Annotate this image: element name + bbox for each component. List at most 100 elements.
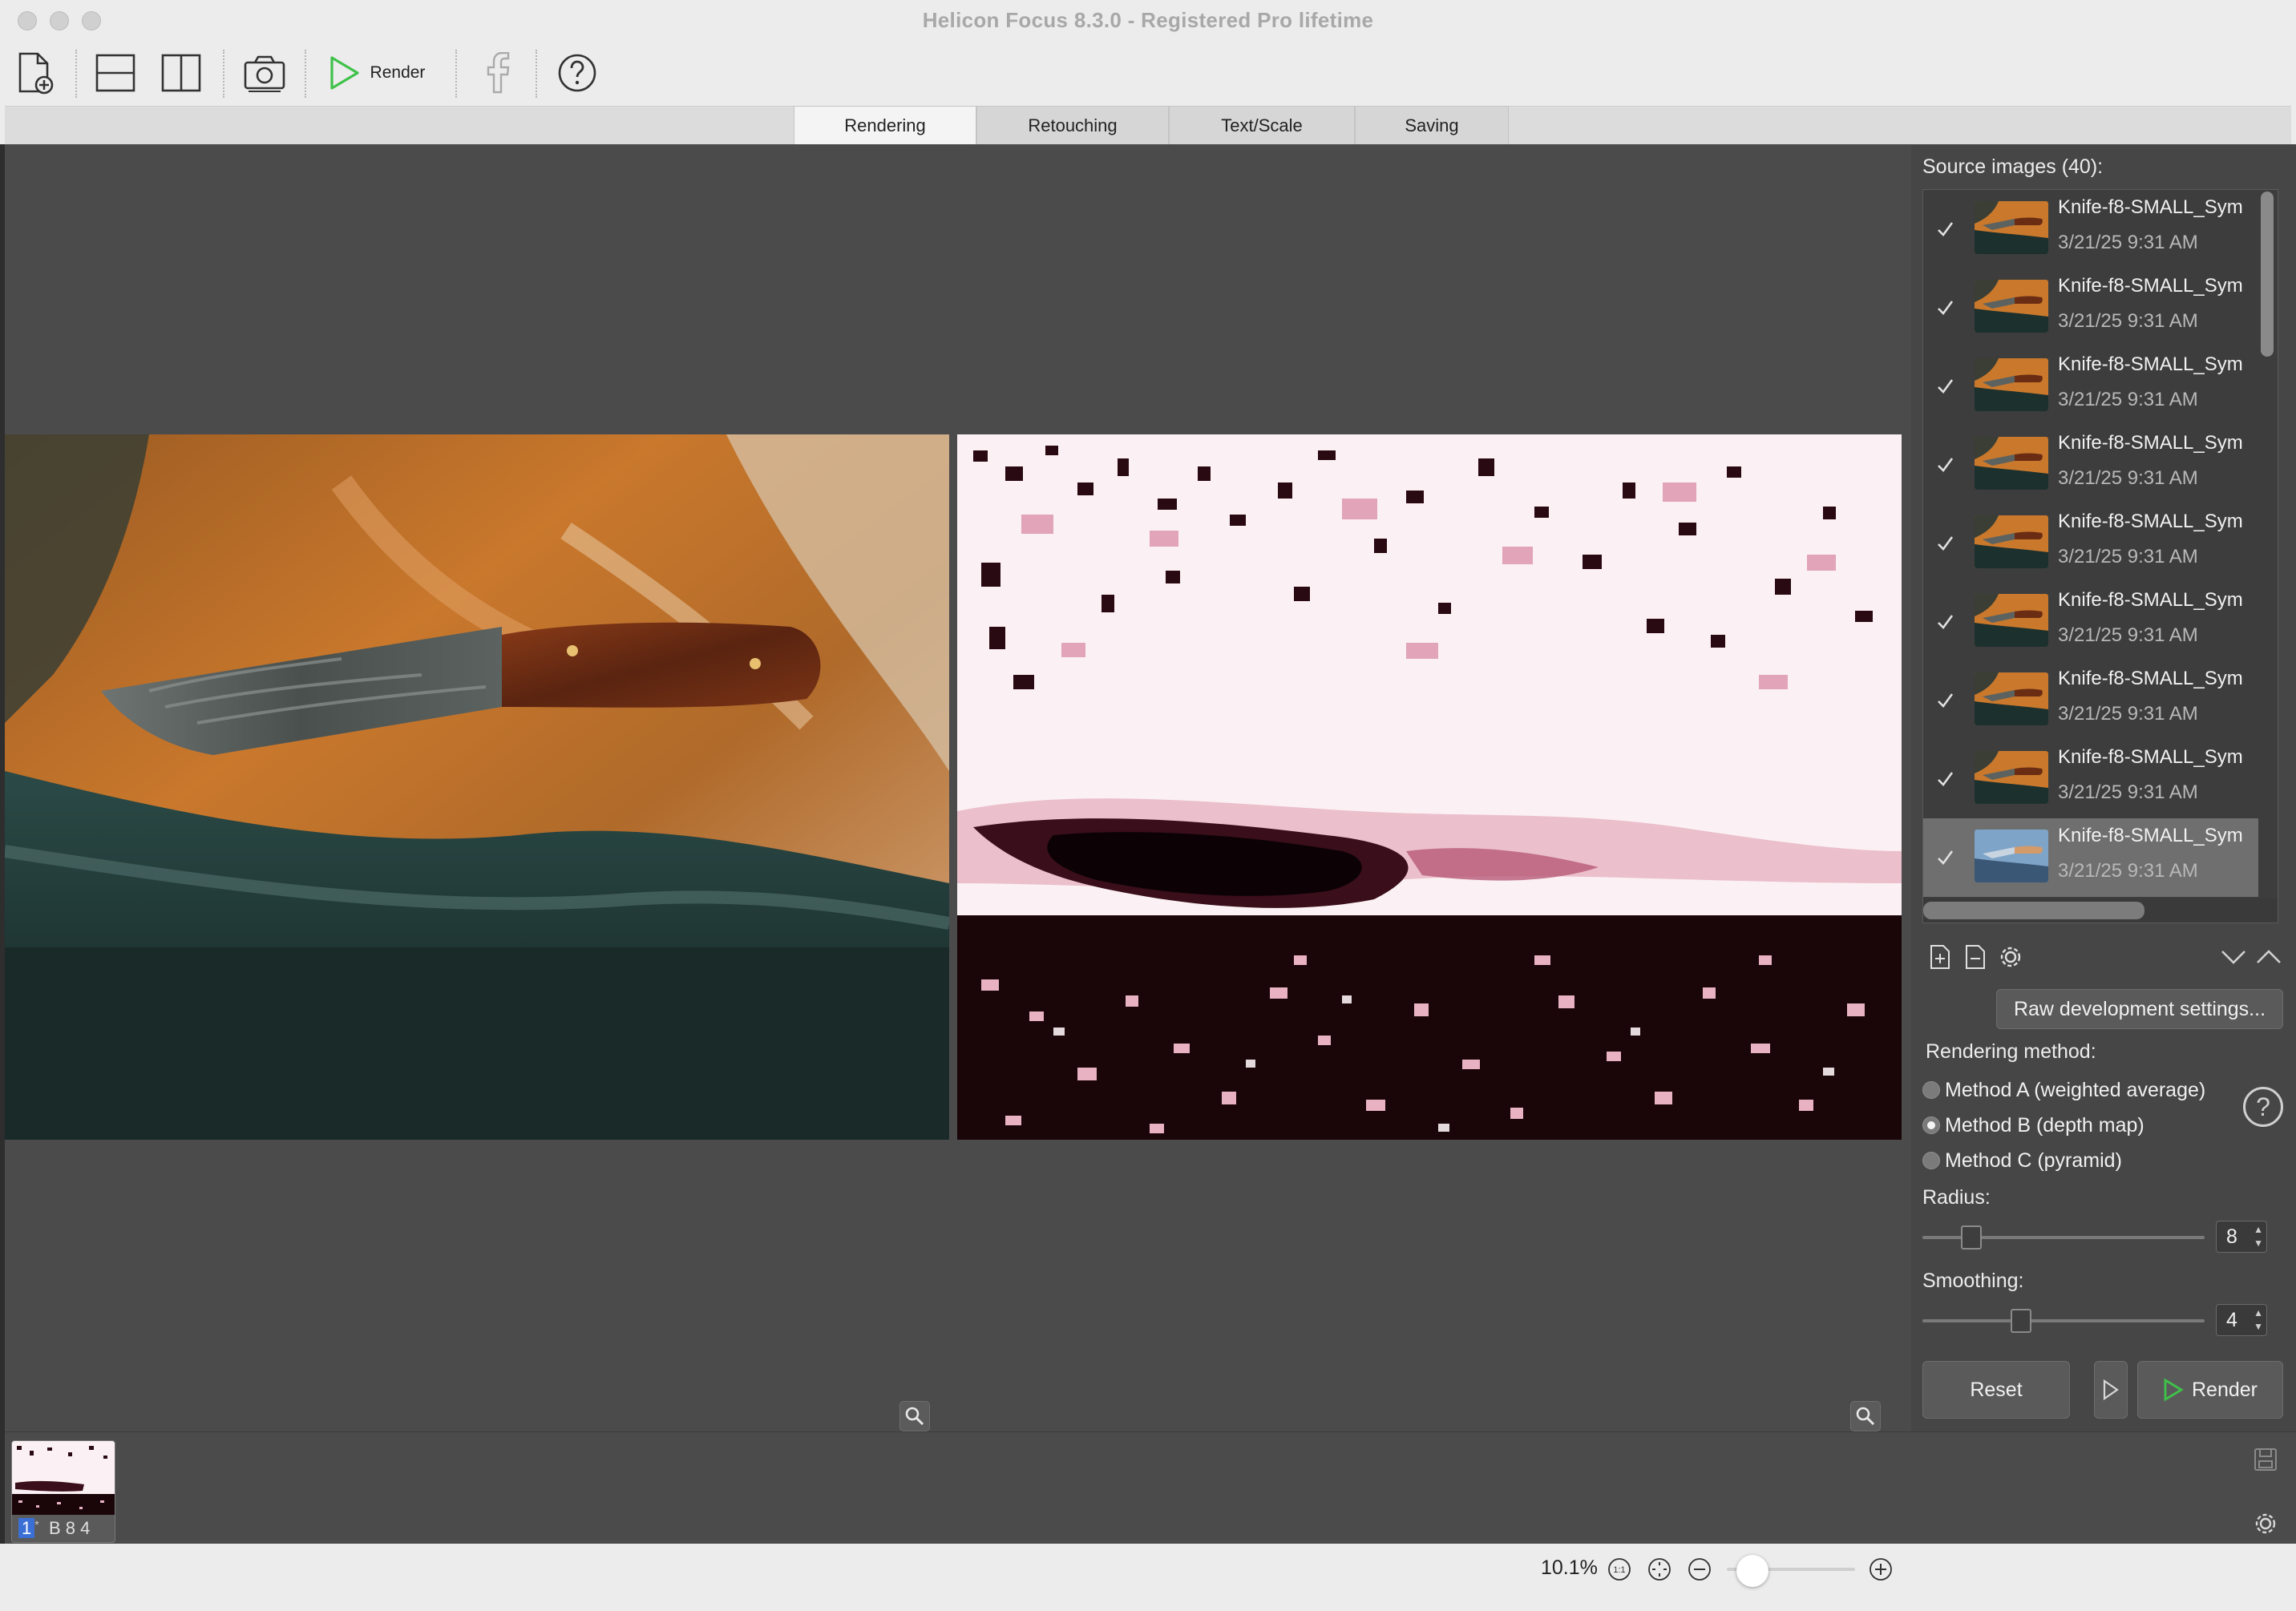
fit-icon bbox=[1648, 1558, 1671, 1581]
source-image-thumbnail bbox=[1975, 201, 2048, 254]
source-image-checkbox[interactable] bbox=[1934, 297, 1955, 318]
source-image-thumbnail bbox=[1975, 830, 2048, 882]
tab-rendering[interactable]: Rendering bbox=[794, 106, 976, 144]
checkmark-icon bbox=[1938, 693, 1954, 708]
source-image-item[interactable]: Knife-f8-SMALL_Sym 3/21/25 9:31 AM bbox=[1923, 504, 2258, 583]
method-c-label: Method C (pyramid) bbox=[1945, 1149, 2122, 1172]
tab-text-scale[interactable]: Text/Scale bbox=[1169, 106, 1355, 144]
source-image-date: 3/21/25 9:31 AM bbox=[2058, 781, 2198, 803]
actual-size-button[interactable]: 1:1 bbox=[1607, 1556, 1632, 1582]
one-to-one-icon: 1:1 bbox=[1608, 1558, 1631, 1581]
question-icon: ? bbox=[2256, 1092, 2270, 1121]
source-list-hscroll[interactable] bbox=[1923, 898, 2278, 923]
radius-slider-thumb[interactable] bbox=[1961, 1225, 1982, 1250]
source-image-date: 3/21/25 9:31 AM bbox=[2058, 703, 2198, 725]
capture-button[interactable] bbox=[241, 48, 289, 98]
source-image-name: Knife-f8-SMALL_Sym bbox=[2058, 511, 2243, 532]
smoothing-spinbox[interactable]: 4 ▲ ▼ bbox=[2216, 1304, 2267, 1336]
checkmark-icon bbox=[1938, 458, 1954, 472]
source-image-item[interactable]: Knife-f8-SMALL_Sym 3/21/25 9:31 AM bbox=[1923, 268, 2258, 347]
preview-workspace bbox=[5, 144, 1911, 1431]
output-index: 1 bbox=[18, 1518, 35, 1538]
method-a-radio[interactable]: Method A (weighted average) bbox=[1922, 1074, 2205, 1106]
source-image-checkbox[interactable] bbox=[1934, 769, 1955, 789]
source-list-vscroll[interactable] bbox=[2258, 192, 2276, 881]
source-image-thumbnail bbox=[1975, 358, 2048, 411]
render-button[interactable]: Render bbox=[2137, 1361, 2283, 1419]
method-help-button[interactable]: ? bbox=[2243, 1087, 2283, 1127]
source-image-name: Knife-f8-SMALL_Sym bbox=[2058, 825, 2243, 846]
radius-spinbox[interactable]: 8 ▲ ▼ bbox=[2216, 1221, 2267, 1253]
add-file-icon bbox=[18, 52, 54, 95]
knife-thumbnail bbox=[1975, 751, 2048, 804]
facebook-button[interactable] bbox=[478, 48, 518, 98]
checkmark-icon bbox=[1938, 536, 1954, 551]
fit-to-window-button[interactable] bbox=[1647, 1556, 1672, 1582]
source-image-checkbox[interactable] bbox=[1934, 847, 1955, 868]
add-source-button[interactable] bbox=[1926, 943, 1954, 971]
zoom-level: 10.1% bbox=[1541, 1556, 1598, 1579]
minus-circle-icon bbox=[1688, 1558, 1711, 1581]
zoom-slider-knob[interactable] bbox=[1736, 1555, 1768, 1587]
source-settings-button[interactable] bbox=[1996, 943, 2025, 971]
move-up-button[interactable] bbox=[2254, 943, 2283, 971]
source-image-view[interactable] bbox=[5, 434, 949, 1140]
split-horizontal-button[interactable] bbox=[93, 48, 138, 98]
rendering-method-label: Rendering method: bbox=[1926, 1040, 2096, 1063]
output-thumbnail[interactable]: 1 * B 8 4 bbox=[11, 1440, 115, 1543]
output-settings-button[interactable] bbox=[2250, 1508, 2282, 1540]
radio-indicator bbox=[1922, 1116, 1940, 1134]
source-image-checkbox[interactable] bbox=[1934, 690, 1955, 711]
source-image-checkbox[interactable] bbox=[1934, 219, 1955, 240]
add-files-button[interactable] bbox=[13, 48, 58, 98]
depth-map-thumbnail bbox=[12, 1441, 115, 1515]
left-zoom-button[interactable] bbox=[899, 1401, 930, 1431]
smoothing-slider-thumb[interactable] bbox=[2011, 1309, 2031, 1333]
status-bar: 10.1% 1:1 bbox=[0, 1544, 2296, 1611]
depth-map-view[interactable] bbox=[957, 434, 1902, 1140]
source-image-checkbox[interactable] bbox=[1934, 376, 1955, 397]
source-image-item[interactable]: Knife-f8-SMALL_Sym 3/21/25 9:31 AM bbox=[1923, 661, 2258, 740]
method-b-radio[interactable]: Method B (depth map) bbox=[1922, 1109, 2144, 1141]
method-c-radio[interactable]: Method C (pyramid) bbox=[1922, 1145, 2122, 1177]
source-image-date: 3/21/25 9:31 AM bbox=[2058, 389, 2198, 410]
help-button[interactable] bbox=[555, 48, 600, 98]
source-image-item[interactable]: Knife-f8-SMALL_Sym 3/21/25 9:31 AM bbox=[1923, 583, 2258, 661]
magnifier-icon bbox=[905, 1407, 924, 1426]
render-options-button[interactable] bbox=[2094, 1361, 2128, 1419]
source-image-thumbnail bbox=[1975, 594, 2048, 647]
source-image-checkbox[interactable] bbox=[1934, 612, 1955, 632]
save-output-button[interactable] bbox=[2250, 1443, 2282, 1476]
split-vertical-button[interactable] bbox=[159, 48, 204, 98]
source-image-thumbnail bbox=[1975, 672, 2048, 725]
source-image-item[interactable]: Knife-f8-SMALL_Sym 3/21/25 9:31 AM bbox=[1923, 347, 2258, 426]
radius-label: Radius: bbox=[1922, 1186, 1991, 1209]
right-zoom-button[interactable] bbox=[1850, 1401, 1881, 1431]
tab-saving[interactable]: Saving bbox=[1355, 106, 1509, 144]
source-image-item[interactable]: Knife-f8-SMALL_Sym 3/21/25 9:31 AM bbox=[1923, 818, 2258, 897]
toolbar-render-button[interactable]: Render bbox=[321, 48, 433, 98]
knife-thumbnail bbox=[1975, 830, 2048, 882]
smoothing-slider-track[interactable] bbox=[1922, 1319, 2205, 1322]
reset-button[interactable]: Reset bbox=[1922, 1361, 2070, 1419]
source-image-checkbox[interactable] bbox=[1934, 533, 1955, 554]
tab-retouching[interactable]: Retouching bbox=[976, 106, 1169, 144]
source-image-checkbox[interactable] bbox=[1934, 454, 1955, 475]
checkmark-icon bbox=[1938, 379, 1954, 394]
spin-arrows-icon[interactable]: ▲ ▼ bbox=[2254, 1223, 2263, 1250]
raw-development-settings-button[interactable]: Raw development settings... bbox=[1996, 989, 2283, 1029]
source-image-name: Knife-f8-SMALL_Sym bbox=[2058, 746, 2243, 768]
source-images-list[interactable]: Knife-f8-SMALL_Sym 3/21/25 9:31 AM Knife-f… bbox=[1922, 189, 2278, 923]
move-down-button[interactable] bbox=[2219, 943, 2248, 971]
source-image-item[interactable]: Knife-f8-SMALL_Sym 3/21/25 9:31 AM bbox=[1923, 740, 2258, 818]
radio-indicator bbox=[1922, 1081, 1940, 1099]
source-image-item[interactable]: Knife-f8-SMALL_Sym 3/21/25 9:31 AM bbox=[1923, 190, 2258, 268]
gear-icon bbox=[2255, 1513, 2276, 1534]
remove-source-button[interactable] bbox=[1961, 943, 1990, 971]
source-image-item[interactable]: Knife-f8-SMALL_Sym 3/21/25 9:31 AM bbox=[1923, 426, 2258, 504]
zoom-in-button[interactable] bbox=[1868, 1556, 1894, 1582]
spin-arrows-icon[interactable]: ▲ ▼ bbox=[2254, 1306, 2263, 1334]
plus-circle-icon bbox=[1870, 1558, 1892, 1581]
zoom-out-button[interactable] bbox=[1687, 1556, 1712, 1582]
save-icon bbox=[2254, 1448, 2277, 1471]
